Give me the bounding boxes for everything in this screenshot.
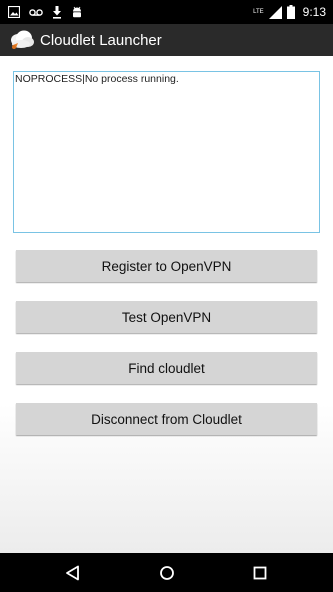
recents-button[interactable] xyxy=(248,561,272,585)
image-icon xyxy=(8,6,20,18)
status-bar: LTE 9:13 xyxy=(0,0,333,24)
home-icon xyxy=(160,566,174,580)
find-cloudlet-button[interactable]: Find cloudlet xyxy=(16,352,317,384)
disconnect-cloudlet-button[interactable]: Disconnect from Cloudlet xyxy=(16,403,317,435)
register-openvpn-button[interactable]: Register to OpenVPN xyxy=(16,250,317,282)
back-icon xyxy=(66,565,79,581)
cloudlet-logo-icon xyxy=(11,30,34,49)
app-title: Cloudlet Launcher xyxy=(40,31,162,49)
voicemail-icon xyxy=(29,8,43,16)
main-content: NOPROCESS|No process running. Register t… xyxy=(0,56,333,553)
back-button[interactable] xyxy=(61,561,85,585)
signal-lte-icon: LTE xyxy=(253,9,264,15)
status-clock: 9:13 xyxy=(302,5,326,19)
test-openvpn-button[interactable]: Test OpenVPN xyxy=(16,301,317,333)
status-notifications xyxy=(8,5,83,19)
android-icon xyxy=(73,6,81,17)
signal-bars-icon xyxy=(268,5,282,19)
battery-icon xyxy=(286,5,295,19)
home-button[interactable] xyxy=(155,561,179,585)
process-log[interactable]: NOPROCESS|No process running. xyxy=(13,71,320,233)
process-log-text: NOPROCESS|No process running. xyxy=(15,73,179,85)
status-system: LTE 9:13 xyxy=(253,5,326,19)
action-bar: Cloudlet Launcher xyxy=(0,24,333,56)
navigation-bar xyxy=(0,553,333,592)
recents-icon xyxy=(253,566,267,580)
download-icon xyxy=(53,5,61,19)
